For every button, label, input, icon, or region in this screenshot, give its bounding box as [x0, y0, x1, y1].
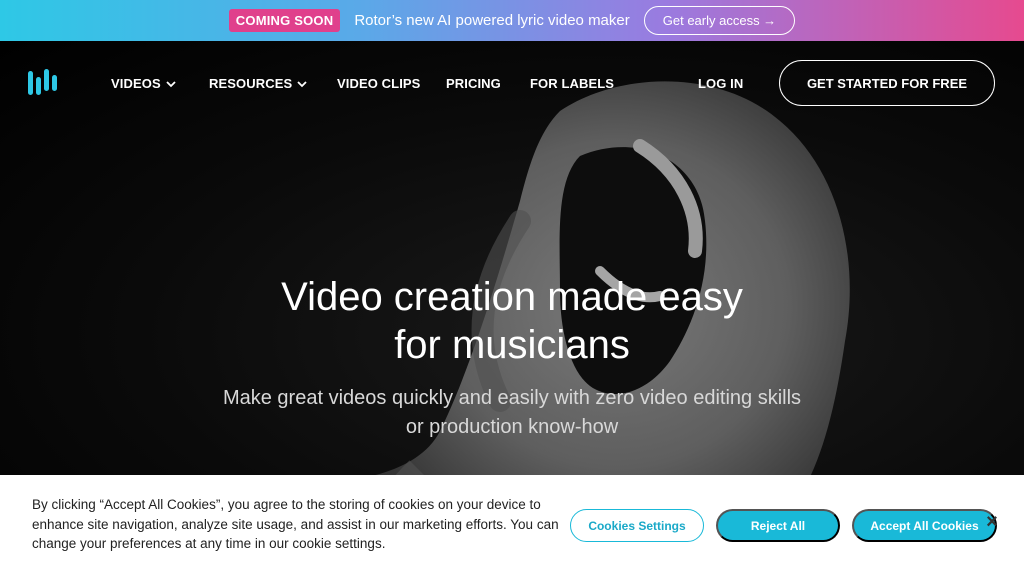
- nav-videos-label: VIDEOS: [111, 76, 161, 91]
- cookie-consent-text: By clicking “Accept All Cookies”, you ag…: [32, 497, 559, 551]
- accept-all-cookies-button[interactable]: Accept All Cookies: [852, 509, 997, 542]
- login-link[interactable]: LOG IN: [698, 76, 743, 91]
- chevron-down-icon: [297, 80, 307, 87]
- nav-video-clips[interactable]: VIDEO CLIPS: [337, 76, 420, 91]
- close-icon[interactable]: ×: [983, 512, 1001, 532]
- chevron-down-icon: [166, 80, 176, 87]
- rotor-logo[interactable]: [28, 69, 58, 97]
- get-early-access-button[interactable]: Get early access →: [643, 6, 796, 35]
- cookie-banner: By clicking “Accept All Cookies”, you ag…: [0, 475, 1024, 576]
- coming-soon-badge: COMING SOON: [228, 9, 341, 32]
- nav-resources-label: RESOURCES: [209, 76, 293, 91]
- nav-pricing[interactable]: PRICING: [446, 76, 501, 91]
- hero-sub-line1: Make great videos quickly and easily wit…: [222, 387, 802, 409]
- main-nav: VIDEOS RESOURCES VIDEO CLIPS PRICING FOR…: [0, 41, 1024, 127]
- nav-videos[interactable]: VIDEOS: [111, 76, 177, 91]
- hero-subheadline: Make great videos quickly and easily wit…: [0, 384, 1024, 442]
- hero-sub-line2: or production know-how: [405, 416, 619, 438]
- reject-all-button[interactable]: Reject All: [716, 509, 840, 542]
- nav-resources[interactable]: RESOURCES: [209, 76, 308, 91]
- get-started-button[interactable]: GET STARTED FOR FREE: [779, 60, 995, 106]
- announcement-bar: COMING SOON Rotor’s new AI powered lyric…: [0, 0, 1024, 41]
- hero-headline: Video creation made easy for musicians: [0, 273, 1024, 369]
- announcement-text: Rotor’s new AI powered lyric video maker: [354, 12, 630, 29]
- nav-for-labels[interactable]: FOR LABELS: [530, 76, 614, 91]
- hero-headline-line1: Video creation made easy: [281, 275, 743, 319]
- hero-headline-line2: for musicians: [394, 323, 630, 367]
- cookies-settings-button[interactable]: Cookies Settings: [570, 509, 704, 542]
